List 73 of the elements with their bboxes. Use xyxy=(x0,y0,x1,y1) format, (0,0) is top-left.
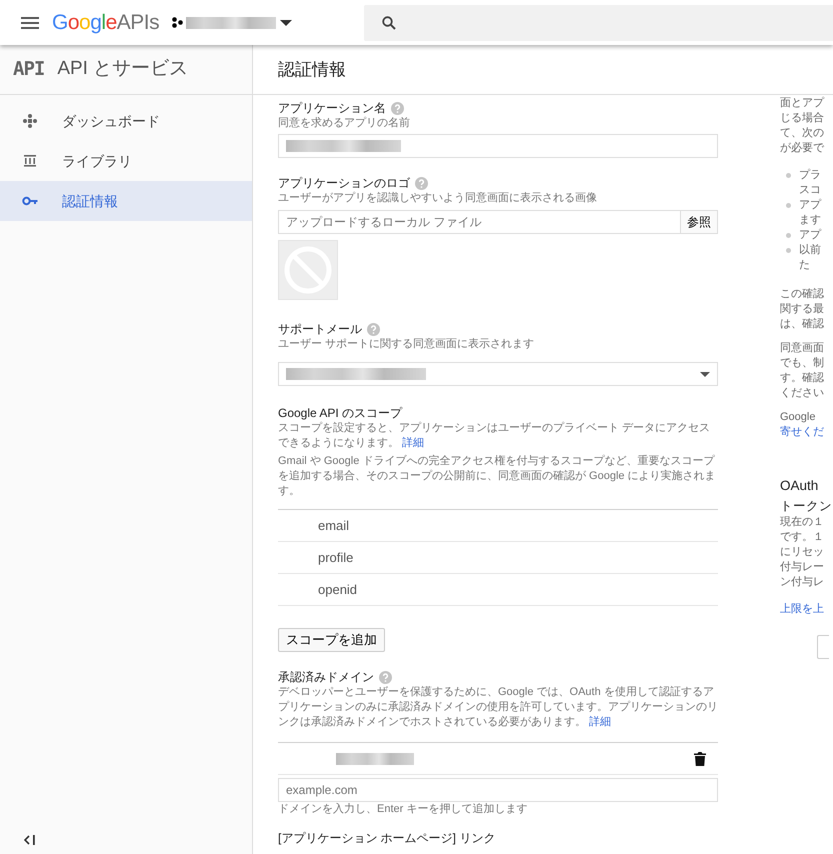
bullet-icon xyxy=(786,233,791,238)
field-label: アプリケーションのロゴ xyxy=(278,176,410,192)
caret-icon xyxy=(280,20,292,26)
text-field[interactable] xyxy=(278,134,718,158)
field-description: ユーザーがアプリを認識しやすいよう同意画面に表示される画像 xyxy=(278,191,598,206)
details-link[interactable]: 詳細 xyxy=(402,437,424,449)
library-icon xyxy=(22,153,38,169)
text-fragment: スコ xyxy=(799,183,821,198)
page-title: 認証情報 xyxy=(278,58,346,81)
sidebar-title: API とサービス xyxy=(57,57,188,82)
text-fragment: 以前 xyxy=(799,243,821,258)
text-fragment: じる場合 xyxy=(780,111,825,126)
section-description: スコープを設定すると、アプリケーションはユーザーのプライベート データにアクセスできるようになります。 詳細 xyxy=(278,421,712,451)
project-selector[interactable] xyxy=(172,16,292,28)
field-label: アプリケーション名 xyxy=(278,101,386,116)
search-field[interactable] xyxy=(364,4,833,40)
api-logo: API xyxy=(13,57,44,82)
link-fragment[interactable]: 寄せくだ xyxy=(780,425,829,440)
sidebar-item[interactable]: ダッシュボード xyxy=(0,101,252,141)
section-heading: OAuth xyxy=(780,478,820,493)
section-description: デベロッパーとユーザーを保護するために、Google では、OAuth を使用して認証するアプリケーションのみに承認済みドメインの使用を許可しています。アプリケーションのリンクは承認済みドメインでホストされている必要があります。 詳細 xyxy=(278,685,718,730)
text-fragment: でも、制 xyxy=(780,356,825,371)
bullet-icon xyxy=(786,173,791,178)
text-fragment: 関する最 xyxy=(780,302,825,317)
text-fragment: アプ xyxy=(799,198,821,213)
field-hint: ドメインを入力し、Enter キーを押して追加します xyxy=(278,802,528,818)
text-fragment: Google xyxy=(780,410,816,425)
sidebar-item[interactable]: 認証情報 xyxy=(0,181,252,221)
text-fragment: た xyxy=(799,258,810,273)
text-fragment: この確認 xyxy=(780,287,825,302)
text-fragment: です。１ xyxy=(780,530,825,545)
section-note: Gmail や Google ドライブへの完全アクセス権を付与するスコープなど、重要なスコープを追加する場合、そのスコープの公開前に、同意画面の確認が Google により実施されます。 xyxy=(278,454,717,499)
scope-name: profile xyxy=(318,548,354,567)
search-icon xyxy=(382,16,396,30)
text-fragment: ン付与レ xyxy=(780,575,825,590)
sidebar-item[interactable]: ライブラリ xyxy=(0,141,252,181)
field-label: [アプリケーション ホームページ] リンク xyxy=(278,831,496,846)
scope-name: email xyxy=(318,516,350,535)
google-apis-logo[interactable]: GoogleAPIs xyxy=(52,6,160,38)
text-fragment: ます xyxy=(799,213,821,228)
text-fragment: 付与レー xyxy=(780,560,825,575)
text-fragment: アプ xyxy=(799,228,821,243)
browse-button[interactable]: 参照 xyxy=(681,210,718,234)
collapse-icon[interactable] xyxy=(24,835,36,845)
trash-icon[interactable] xyxy=(694,752,706,766)
field-description: 同意を求めるアプリの名前 xyxy=(278,116,411,131)
dashboard-icon xyxy=(22,113,38,129)
text-fragment: 同意画面 xyxy=(780,341,825,356)
text-fragment: す。確認 xyxy=(780,371,825,386)
text-fragment: 現在の１ xyxy=(780,515,825,530)
link-fragment[interactable]: 上限を上 xyxy=(780,602,829,617)
section-title: Google API のスコープ xyxy=(278,406,404,421)
text-fragment: は、確認 xyxy=(780,317,825,332)
file-field[interactable]: アップロードするローカル ファイル xyxy=(278,210,681,234)
text-fragment: にリセッ xyxy=(780,545,825,560)
bullet-icon xyxy=(786,248,791,253)
field-description: ユーザー サポートに関する同意画面に表示されます xyxy=(278,337,536,352)
field-label: 承認済みドメイン xyxy=(278,670,374,685)
dots-icon xyxy=(172,17,184,28)
bullet-icon xyxy=(786,203,791,208)
scope-name: openid xyxy=(318,580,358,599)
menu-icon[interactable] xyxy=(21,16,39,28)
text-fragment: が必要で xyxy=(780,141,826,156)
dropdown-caret-icon xyxy=(700,372,710,376)
domain-field[interactable]: example.com xyxy=(278,778,718,802)
details-link[interactable]: 詳細 xyxy=(589,716,612,728)
text-fragment: て、次の xyxy=(780,126,825,141)
text-fragment: ください xyxy=(780,386,825,401)
field-label: サポートメール xyxy=(278,322,362,337)
text-fragment: 面とアプ xyxy=(780,96,826,111)
subheading-fragment: トークン xyxy=(780,499,829,514)
text-fragment: プラ xyxy=(799,168,821,183)
add-scope-button[interactable]: スコープを追加 xyxy=(278,628,385,652)
